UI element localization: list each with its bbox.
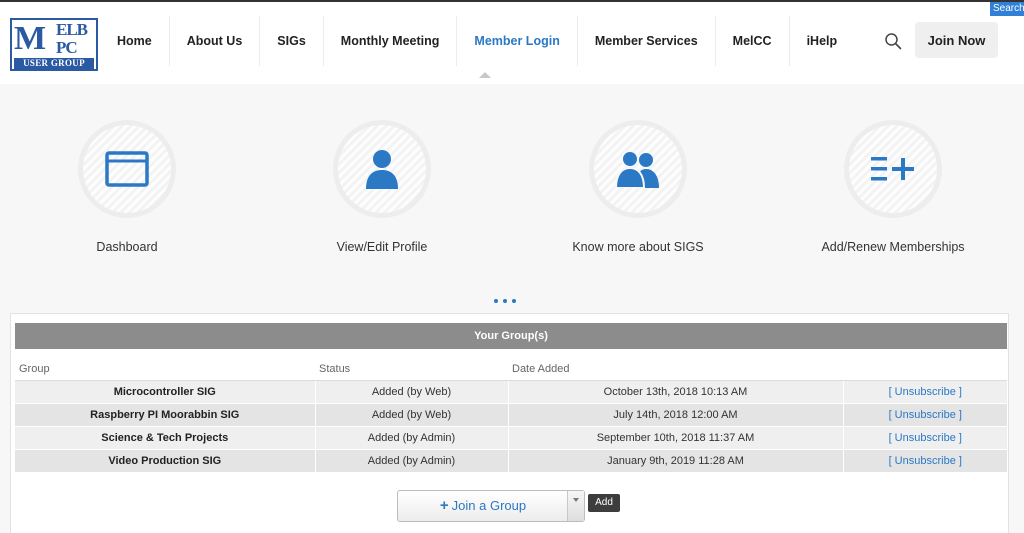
group-date-added: July 14th, 2018 12:00 AM xyxy=(508,402,844,426)
search-corner-button[interactable]: Search xyxy=(990,2,1024,16)
table-row: Microcontroller SIG Added (by Web) Octob… xyxy=(15,379,1007,403)
logo-text-elb: ELB xyxy=(56,20,88,39)
nav-ihelp[interactable]: iHelp xyxy=(790,16,855,66)
group-status: Added (by Web) xyxy=(315,379,509,403)
browser-window-icon xyxy=(105,151,149,187)
logo-text-pc: PC xyxy=(56,38,78,57)
your-groups-title: Your Group(s) xyxy=(15,323,1007,349)
column-header-group: Group xyxy=(15,358,315,381)
add-group-button[interactable]: Add xyxy=(588,494,620,512)
tile-circle xyxy=(589,120,687,218)
plus-icon: + xyxy=(439,497,449,514)
tile-know-more-sigs[interactable]: Know more about SIGS xyxy=(518,120,758,270)
group-name: Raspberry PI Moorabbin SIG xyxy=(15,402,316,426)
table-row: Raspberry PI Moorabbin SIG Added (by Web… xyxy=(15,402,1007,426)
nav-sigs[interactable]: SIGs xyxy=(260,16,324,66)
group-date-added: September 10th, 2018 11:37 AM xyxy=(508,425,844,449)
join-group-label: Join a Group xyxy=(451,498,527,513)
user-icon xyxy=(366,150,398,189)
tile-circle xyxy=(844,120,942,218)
tile-dashboard[interactable]: Dashboard xyxy=(7,120,247,270)
table-row: Video Production SIG Added (by Admin) Ja… xyxy=(15,448,1007,472)
column-header-status: Status xyxy=(315,358,508,381)
nav-member-login[interactable]: Member Login xyxy=(457,16,578,66)
unsubscribe-link[interactable]: [ Unsubscribe ] xyxy=(843,425,1007,449)
groups-table: Group Status Date Added Microcontroller … xyxy=(15,358,1007,472)
column-header-actions xyxy=(843,358,1007,381)
tile-add-renew-memberships[interactable]: Add/Renew Memberships xyxy=(773,120,1013,270)
list-add-icon xyxy=(871,157,914,181)
site-header: M ELB PC USER GROUP Home About Us SIGs M… xyxy=(0,0,1024,84)
group-name: Video Production SIG xyxy=(15,448,316,472)
tile-label-dashboard: Dashboard xyxy=(96,240,158,254)
logo-letter-m: M xyxy=(14,20,46,57)
nav-home[interactable]: Home xyxy=(100,16,170,66)
nav-member-services[interactable]: Member Services xyxy=(578,16,716,66)
nav-melcc[interactable]: MelCC xyxy=(716,16,790,66)
group-status: Added (by Web) xyxy=(315,402,509,426)
group-date-added: January 9th, 2019 11:28 AM xyxy=(508,448,844,472)
tile-label-sigs: Know more about SIGS xyxy=(572,240,704,254)
carousel-dots[interactable] xyxy=(494,299,516,303)
main-nav: Home About Us SIGs Monthly Meeting Membe… xyxy=(100,16,854,66)
tile-circle xyxy=(78,120,176,218)
search-icon[interactable] xyxy=(884,32,902,50)
nav-about-us[interactable]: About Us xyxy=(170,16,261,66)
group-status: Added (by Admin) xyxy=(315,425,509,449)
logo-banner: USER GROUP xyxy=(14,58,94,69)
melbpc-logo[interactable]: M ELB PC USER GROUP xyxy=(10,18,98,71)
tile-circle xyxy=(333,120,431,218)
nav-monthly-meeting[interactable]: Monthly Meeting xyxy=(324,16,458,66)
table-row: Science & Tech Projects Added (by Admin)… xyxy=(15,425,1007,449)
group-date-added: October 13th, 2018 10:13 AM xyxy=(508,379,844,403)
users-icon xyxy=(615,150,659,188)
unsubscribe-link[interactable]: [ Unsubscribe ] xyxy=(843,402,1007,426)
your-groups-panel: Your Group(s) Group Status Date Added Mi… xyxy=(10,313,1009,533)
unsubscribe-link[interactable]: [ Unsubscribe ] xyxy=(843,448,1007,472)
tile-label-memberships: Add/Renew Memberships xyxy=(821,240,965,254)
join-group-select[interactable]: + Join a Group xyxy=(397,490,585,522)
group-name: Science & Tech Projects xyxy=(15,425,316,449)
unsubscribe-link[interactable]: [ Unsubscribe ] xyxy=(843,379,1007,403)
chevron-down-icon[interactable] xyxy=(567,491,584,521)
group-name: Microcontroller SIG xyxy=(15,379,316,403)
active-nav-caret xyxy=(479,72,491,78)
group-status: Added (by Admin) xyxy=(315,448,509,472)
tile-label-profile: View/Edit Profile xyxy=(336,240,428,254)
tile-view-edit-profile[interactable]: View/Edit Profile xyxy=(262,120,502,270)
column-header-date-added: Date Added xyxy=(508,358,843,381)
join-now-button[interactable]: Join Now xyxy=(915,22,998,58)
